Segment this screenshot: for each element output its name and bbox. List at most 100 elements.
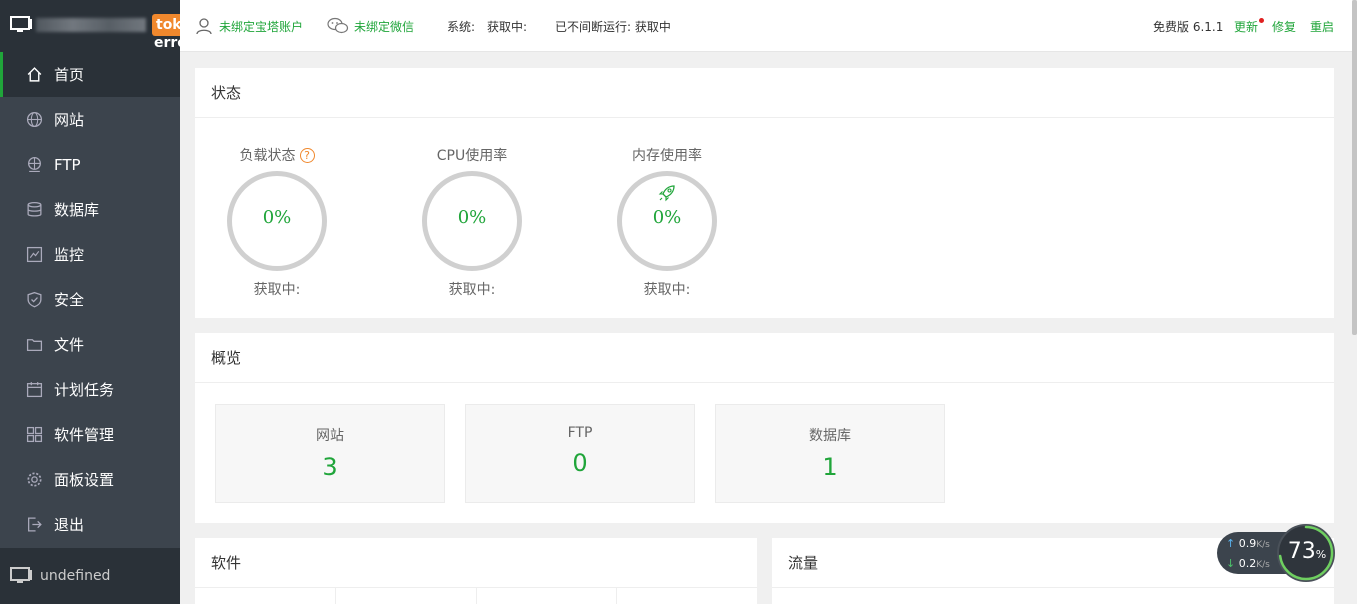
sidebar-item-label: 监控 <box>54 246 85 264</box>
download-speed: ↓ 0.2K/s <box>1226 557 1270 570</box>
token-error-text: erro <box>154 35 180 51</box>
load-gauge-sub: 获取中: <box>253 282 301 298</box>
wechat-icon <box>327 17 349 34</box>
sidebar-item-label: 计划任务 <box>54 381 115 399</box>
user-icon <box>196 18 212 35</box>
memory-gauge-value: 0% <box>652 207 682 228</box>
sidebar-item-website[interactable]: 网站 <box>0 97 180 142</box>
page-scrollbar[interactable] <box>1352 0 1357 604</box>
overview-card-website[interactable]: 网站 3 <box>215 404 445 503</box>
folder-icon <box>26 339 43 351</box>
overview-card-database[interactable]: 数据库 1 <box>715 404 945 503</box>
speed-widget[interactable]: ↑ 0.9K/s ↓ 0.2K/s 73% <box>1217 524 1337 582</box>
monitor-icon <box>10 16 32 32</box>
sidebar-item-label: 数据库 <box>54 201 100 219</box>
sidebar-item-ftp[interactable]: FTP <box>0 142 180 187</box>
load-gauge-value: 0% <box>262 207 292 228</box>
repair-text: 修复 <box>1272 19 1297 34</box>
top-bar: 未绑定宝塔账户 未绑定微信 系统: 获取中: 已不间断运行: 获取中 免费版 6… <box>180 0 1352 52</box>
calendar-icon <box>26 382 43 398</box>
status-panel: 状态 负载状态? 0% 获取中: CPU使用率 0% 获取中: 内存使用率 0%… <box>195 68 1334 318</box>
overview-card-value: 0 <box>572 449 588 477</box>
overview-card-label: 网站 <box>316 428 344 444</box>
page-scrollbar-thumb[interactable] <box>1352 0 1357 335</box>
restart-text: 重启 <box>1310 19 1335 34</box>
token-error-badge: toke <box>152 14 180 36</box>
download-speed-value: 0.2 <box>1238 557 1257 570</box>
sidebar-item-home[interactable]: 首页 <box>0 52 180 97</box>
load-gauge-label-text: 负载状态 <box>239 148 296 164</box>
overview-title: 概览 <box>195 333 1334 383</box>
bind-wechat-text: 未绑定微信 <box>354 19 415 34</box>
cpu-gauge-label: CPU使用率 <box>436 148 508 164</box>
gear-icon <box>27 472 42 487</box>
home-icon <box>27 67 42 82</box>
update-link[interactable]: 更新 <box>1234 0 1265 52</box>
upload-speed: ↑ 0.9K/s <box>1226 537 1270 550</box>
bind-wechat-link[interactable]: 未绑定微信 <box>327 0 414 52</box>
upload-speed-value: 0.9 <box>1238 537 1257 550</box>
overview-card-value: 3 <box>322 453 338 481</box>
logout-icon <box>28 517 42 532</box>
arrow-down-icon: ↓ <box>1226 557 1236 570</box>
sidebar-item-label: 文件 <box>54 336 85 354</box>
sidebar-item-database[interactable]: 数据库 <box>0 187 180 232</box>
overview-card-ftp[interactable]: FTP 0 <box>465 404 695 503</box>
cpu-gauge-sub: 获取中: <box>448 282 496 298</box>
bind-bt-account-text: 未绑定宝塔账户 <box>219 19 304 34</box>
blurred-server-name <box>36 18 146 32</box>
memory-ball[interactable]: 73% <box>1277 524 1335 582</box>
overview-card-label: 数据库 <box>809 428 851 444</box>
sidebar-item-security[interactable]: 安全 <box>0 277 180 322</box>
memory-gauge-label: 内存使用率 <box>632 148 702 164</box>
repair-link[interactable]: 修复 <box>1272 0 1296 52</box>
monitor-chart-icon <box>26 246 43 263</box>
arrow-up-icon: ↑ <box>1226 537 1236 550</box>
grid-icon <box>26 426 43 443</box>
sidebar-item-cron[interactable]: 计划任务 <box>0 367 180 412</box>
software-divider <box>476 588 477 604</box>
sidebar-item-label: 面板设置 <box>54 471 115 489</box>
sidebar-item-software[interactable]: 软件管理 <box>0 412 180 457</box>
restart-link[interactable]: 重启 <box>1310 0 1334 52</box>
sidebar-item-monitor[interactable]: 监控 <box>0 232 180 277</box>
overview-panel: 概览 网站 3 FTP 0 数据库 1 <box>195 333 1334 523</box>
software-panel: 软件 <box>195 538 757 604</box>
upload-speed-unit: K/s <box>1256 540 1270 550</box>
database-icon <box>27 201 42 217</box>
sidebar-item-label: 网站 <box>54 111 85 129</box>
software-title: 软件 <box>195 538 757 588</box>
sidebar-item-settings[interactable]: 面板设置 <box>0 457 180 502</box>
memory-ball-percent: 73 <box>1287 539 1316 564</box>
memory-ball-percent-sign: % <box>1315 548 1327 561</box>
download-speed-unit: K/s <box>1256 560 1270 570</box>
rocket-icon[interactable] <box>657 183 677 203</box>
version-label: 免费版 6.1.1 <box>1153 19 1224 34</box>
ftp-icon <box>28 156 41 172</box>
load-gauge-label: 负载状态? <box>202 145 352 165</box>
sidebar-brand: toke erro <box>0 0 180 52</box>
software-divider <box>335 588 336 604</box>
sidebar-item-label: 软件管理 <box>54 426 115 444</box>
sidebar-item-label: 首页 <box>54 66 85 84</box>
help-icon[interactable]: ? <box>299 148 315 163</box>
globe-icon <box>26 111 43 128</box>
sidebar-item-label: FTP <box>54 155 81 174</box>
shield-icon <box>27 291 42 308</box>
cpu-gauge-value: 0% <box>457 207 487 228</box>
uptime-info: 已不间断运行: 获取中 <box>555 19 671 34</box>
update-text: 更新 <box>1234 19 1259 34</box>
system-info: 系统: 获取中: <box>447 0 527 52</box>
sidebar-footer-label: undefined <box>40 568 111 584</box>
update-notify-dot <box>1259 17 1265 23</box>
sidebar-footer[interactable]: undefined <box>0 548 180 604</box>
overview-card-value: 1 <box>822 453 838 481</box>
software-divider <box>616 588 617 604</box>
status-title: 状态 <box>195 68 1334 118</box>
system-value: 获取中: <box>487 19 528 34</box>
bind-bt-account-link[interactable]: 未绑定宝塔账户 <box>195 0 303 52</box>
sidebar-item-logout[interactable]: 退出 <box>0 502 180 547</box>
sidebar: toke erro 首页 网站 FTP 数据库 监控 安全 文件 计划任务 软件… <box>0 0 180 604</box>
sidebar-item-files[interactable]: 文件 <box>0 322 180 367</box>
sidebar-item-label: 退出 <box>54 516 85 534</box>
